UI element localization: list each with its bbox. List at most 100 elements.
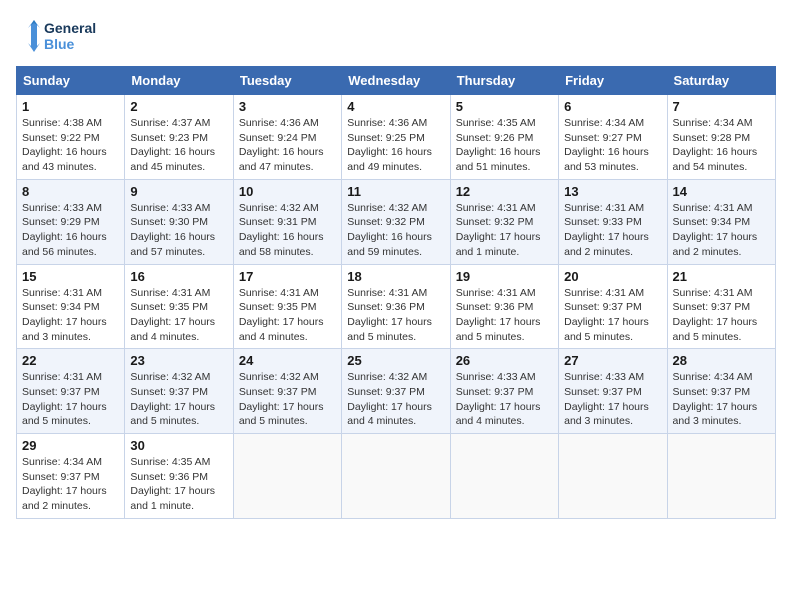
day-detail: Sunrise: 4:31 AM Sunset: 9:37 PM Dayligh… [564, 286, 661, 345]
calendar-cell: 25 Sunrise: 4:32 AM Sunset: 9:37 PM Dayl… [342, 349, 450, 434]
calendar-cell [233, 434, 341, 519]
day-detail: Sunrise: 4:32 AM Sunset: 9:37 PM Dayligh… [130, 370, 227, 429]
day-detail: Sunrise: 4:34 AM Sunset: 9:28 PM Dayligh… [673, 116, 770, 175]
calendar-header-row: SundayMondayTuesdayWednesdayThursdayFrid… [17, 67, 776, 95]
calendar-cell [667, 434, 775, 519]
day-number: 24 [239, 353, 336, 368]
day-number: 15 [22, 269, 119, 284]
calendar-cell: 3 Sunrise: 4:36 AM Sunset: 9:24 PM Dayli… [233, 95, 341, 180]
day-number: 28 [673, 353, 770, 368]
calendar-cell: 17 Sunrise: 4:31 AM Sunset: 9:35 PM Dayl… [233, 264, 341, 349]
day-number: 14 [673, 184, 770, 199]
day-number: 20 [564, 269, 661, 284]
day-detail: Sunrise: 4:31 AM Sunset: 9:33 PM Dayligh… [564, 201, 661, 260]
day-number: 2 [130, 99, 227, 114]
day-number: 18 [347, 269, 444, 284]
logo-svg: General Blue [16, 16, 116, 58]
day-detail: Sunrise: 4:36 AM Sunset: 9:24 PM Dayligh… [239, 116, 336, 175]
day-detail: Sunrise: 4:36 AM Sunset: 9:25 PM Dayligh… [347, 116, 444, 175]
calendar-cell: 14 Sunrise: 4:31 AM Sunset: 9:34 PM Dayl… [667, 179, 775, 264]
day-number: 7 [673, 99, 770, 114]
day-detail: Sunrise: 4:32 AM Sunset: 9:37 PM Dayligh… [239, 370, 336, 429]
calendar-cell: 5 Sunrise: 4:35 AM Sunset: 9:26 PM Dayli… [450, 95, 558, 180]
day-number: 27 [564, 353, 661, 368]
calendar-cell: 24 Sunrise: 4:32 AM Sunset: 9:37 PM Dayl… [233, 349, 341, 434]
day-number: 16 [130, 269, 227, 284]
day-number: 19 [456, 269, 553, 284]
calendar-cell: 28 Sunrise: 4:34 AM Sunset: 9:37 PM Dayl… [667, 349, 775, 434]
calendar-cell: 12 Sunrise: 4:31 AM Sunset: 9:32 PM Dayl… [450, 179, 558, 264]
day-detail: Sunrise: 4:32 AM Sunset: 9:31 PM Dayligh… [239, 201, 336, 260]
day-number: 5 [456, 99, 553, 114]
calendar-cell: 30 Sunrise: 4:35 AM Sunset: 9:36 PM Dayl… [125, 434, 233, 519]
calendar-week-row: 1 Sunrise: 4:38 AM Sunset: 9:22 PM Dayli… [17, 95, 776, 180]
day-detail: Sunrise: 4:33 AM Sunset: 9:29 PM Dayligh… [22, 201, 119, 260]
day-detail: Sunrise: 4:31 AM Sunset: 9:35 PM Dayligh… [130, 286, 227, 345]
day-detail: Sunrise: 4:33 AM Sunset: 9:30 PM Dayligh… [130, 201, 227, 260]
day-number: 23 [130, 353, 227, 368]
day-detail: Sunrise: 4:31 AM Sunset: 9:37 PM Dayligh… [22, 370, 119, 429]
calendar-cell: 22 Sunrise: 4:31 AM Sunset: 9:37 PM Dayl… [17, 349, 125, 434]
day-detail: Sunrise: 4:31 AM Sunset: 9:34 PM Dayligh… [673, 201, 770, 260]
day-number: 26 [456, 353, 553, 368]
calendar-cell: 18 Sunrise: 4:31 AM Sunset: 9:36 PM Dayl… [342, 264, 450, 349]
day-number: 30 [130, 438, 227, 453]
svg-text:Blue: Blue [44, 36, 75, 52]
day-number: 8 [22, 184, 119, 199]
calendar-cell: 29 Sunrise: 4:34 AM Sunset: 9:37 PM Dayl… [17, 434, 125, 519]
svg-text:General: General [44, 20, 96, 36]
calendar-cell [450, 434, 558, 519]
calendar-week-row: 22 Sunrise: 4:31 AM Sunset: 9:37 PM Dayl… [17, 349, 776, 434]
calendar-cell: 9 Sunrise: 4:33 AM Sunset: 9:30 PM Dayli… [125, 179, 233, 264]
day-detail: Sunrise: 4:35 AM Sunset: 9:26 PM Dayligh… [456, 116, 553, 175]
calendar-cell: 4 Sunrise: 4:36 AM Sunset: 9:25 PM Dayli… [342, 95, 450, 180]
day-detail: Sunrise: 4:31 AM Sunset: 9:36 PM Dayligh… [456, 286, 553, 345]
col-header-tuesday: Tuesday [233, 67, 341, 95]
day-number: 29 [22, 438, 119, 453]
calendar-week-row: 8 Sunrise: 4:33 AM Sunset: 9:29 PM Dayli… [17, 179, 776, 264]
calendar-cell: 16 Sunrise: 4:31 AM Sunset: 9:35 PM Dayl… [125, 264, 233, 349]
day-number: 12 [456, 184, 553, 199]
calendar-table: SundayMondayTuesdayWednesdayThursdayFrid… [16, 66, 776, 519]
calendar-cell: 13 Sunrise: 4:31 AM Sunset: 9:33 PM Dayl… [559, 179, 667, 264]
calendar-cell: 15 Sunrise: 4:31 AM Sunset: 9:34 PM Dayl… [17, 264, 125, 349]
day-number: 11 [347, 184, 444, 199]
day-detail: Sunrise: 4:34 AM Sunset: 9:37 PM Dayligh… [673, 370, 770, 429]
calendar-week-row: 29 Sunrise: 4:34 AM Sunset: 9:37 PM Dayl… [17, 434, 776, 519]
calendar-cell: 19 Sunrise: 4:31 AM Sunset: 9:36 PM Dayl… [450, 264, 558, 349]
day-detail: Sunrise: 4:32 AM Sunset: 9:32 PM Dayligh… [347, 201, 444, 260]
calendar-cell: 1 Sunrise: 4:38 AM Sunset: 9:22 PM Dayli… [17, 95, 125, 180]
day-detail: Sunrise: 4:38 AM Sunset: 9:22 PM Dayligh… [22, 116, 119, 175]
calendar-cell: 27 Sunrise: 4:33 AM Sunset: 9:37 PM Dayl… [559, 349, 667, 434]
day-detail: Sunrise: 4:31 AM Sunset: 9:37 PM Dayligh… [673, 286, 770, 345]
day-number: 9 [130, 184, 227, 199]
day-number: 13 [564, 184, 661, 199]
day-number: 17 [239, 269, 336, 284]
calendar-cell [342, 434, 450, 519]
day-number: 21 [673, 269, 770, 284]
calendar-cell: 20 Sunrise: 4:31 AM Sunset: 9:37 PM Dayl… [559, 264, 667, 349]
day-number: 3 [239, 99, 336, 114]
day-number: 4 [347, 99, 444, 114]
col-header-monday: Monday [125, 67, 233, 95]
day-detail: Sunrise: 4:33 AM Sunset: 9:37 PM Dayligh… [564, 370, 661, 429]
calendar-cell: 6 Sunrise: 4:34 AM Sunset: 9:27 PM Dayli… [559, 95, 667, 180]
day-detail: Sunrise: 4:34 AM Sunset: 9:27 PM Dayligh… [564, 116, 661, 175]
day-detail: Sunrise: 4:33 AM Sunset: 9:37 PM Dayligh… [456, 370, 553, 429]
day-detail: Sunrise: 4:31 AM Sunset: 9:35 PM Dayligh… [239, 286, 336, 345]
day-detail: Sunrise: 4:34 AM Sunset: 9:37 PM Dayligh… [22, 455, 119, 514]
calendar-cell: 2 Sunrise: 4:37 AM Sunset: 9:23 PM Dayli… [125, 95, 233, 180]
day-number: 1 [22, 99, 119, 114]
day-detail: Sunrise: 4:35 AM Sunset: 9:36 PM Dayligh… [130, 455, 227, 514]
calendar-cell: 21 Sunrise: 4:31 AM Sunset: 9:37 PM Dayl… [667, 264, 775, 349]
col-header-wednesday: Wednesday [342, 67, 450, 95]
day-detail: Sunrise: 4:32 AM Sunset: 9:37 PM Dayligh… [347, 370, 444, 429]
logo: General Blue [16, 16, 116, 58]
calendar-cell: 26 Sunrise: 4:33 AM Sunset: 9:37 PM Dayl… [450, 349, 558, 434]
calendar-cell: 8 Sunrise: 4:33 AM Sunset: 9:29 PM Dayli… [17, 179, 125, 264]
col-header-thursday: Thursday [450, 67, 558, 95]
day-detail: Sunrise: 4:31 AM Sunset: 9:36 PM Dayligh… [347, 286, 444, 345]
calendar-week-row: 15 Sunrise: 4:31 AM Sunset: 9:34 PM Dayl… [17, 264, 776, 349]
calendar-cell: 11 Sunrise: 4:32 AM Sunset: 9:32 PM Dayl… [342, 179, 450, 264]
col-header-saturday: Saturday [667, 67, 775, 95]
